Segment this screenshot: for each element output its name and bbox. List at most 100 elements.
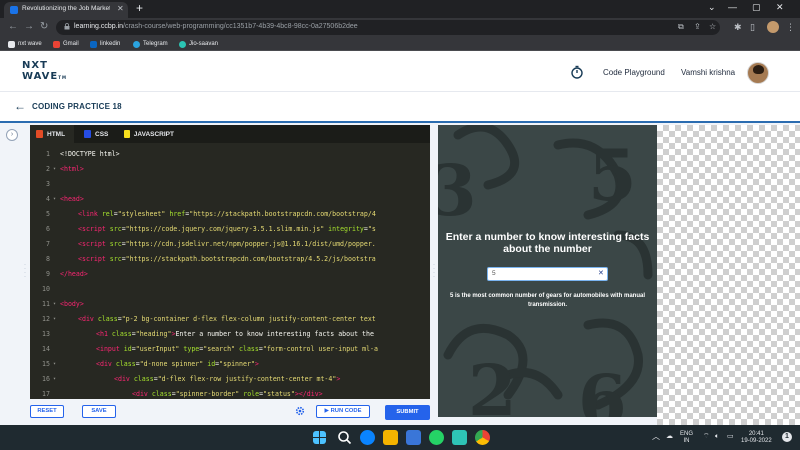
bookmark-linkedin[interactable]: linkedin bbox=[90, 39, 120, 49]
windows-start-icon[interactable] bbox=[313, 431, 326, 444]
gear-icon[interactable] bbox=[295, 406, 305, 416]
new-tab-icon[interactable]: + bbox=[136, 1, 143, 15]
expand-chevron-icon[interactable]: › bbox=[6, 129, 18, 141]
clear-icon[interactable]: ✕ bbox=[598, 269, 604, 277]
bookmark-telegram[interactable]: Telegram bbox=[133, 39, 168, 49]
extensions-icon[interactable]: ✱ bbox=[734, 21, 742, 33]
wifi-icon[interactable]: ⌔ bbox=[703, 433, 710, 440]
telegram-icon bbox=[133, 40, 140, 48]
left-resize-handle[interactable]: · · · · bbox=[24, 262, 26, 280]
code-token: <h1 bbox=[96, 330, 112, 338]
user-name[interactable]: Vamshi krishna bbox=[681, 68, 735, 77]
code-line[interactable]: 17 <div class="spinner-border" role="stat… bbox=[30, 387, 430, 399]
stopwatch-icon[interactable] bbox=[570, 65, 584, 79]
code-line[interactable]: 2 ▾ <html> bbox=[30, 162, 430, 177]
code-token: class bbox=[239, 345, 259, 353]
code-line[interactable]: 11 ▾ <body> bbox=[30, 297, 430, 312]
fold-arrow-icon[interactable]: ▾ bbox=[53, 162, 56, 177]
code-line[interactable]: 4 ▾ <head> bbox=[30, 192, 430, 207]
code-token: <script bbox=[78, 225, 110, 233]
line-number: 6 bbox=[46, 225, 50, 233]
tab-search-icon[interactable]: ⌄ bbox=[708, 2, 716, 13]
code-line[interactable]: 16 ▾ <div class="d-flex flex-row justify-c… bbox=[30, 372, 430, 387]
bookmark-nxt-wave[interactable]: nxt wave bbox=[8, 39, 42, 49]
file-explorer-icon[interactable] bbox=[383, 430, 398, 445]
code-line[interactable]: 1 <!DOCTYPE html> bbox=[30, 147, 430, 162]
reset-button[interactable]: RESET bbox=[30, 405, 64, 418]
code-token: <div bbox=[96, 360, 116, 368]
line-number: 3 bbox=[46, 180, 50, 188]
app-icon[interactable] bbox=[452, 430, 467, 445]
browser-tab[interactable]: Revolutionizing the Job Market | ✕ bbox=[4, 2, 128, 18]
close-window-icon[interactable]: ✕ bbox=[776, 2, 784, 13]
code-line[interactable]: 7 <script src="https://cdn.jsdelivr.net/n… bbox=[30, 237, 430, 252]
share-icon[interactable]: ⇪ bbox=[694, 22, 701, 31]
menu-kebab-icon[interactable]: ⋮ bbox=[786, 21, 795, 33]
code-line[interactable]: 15 ▾ <div class="d-none spinner" id="spinn… bbox=[30, 357, 430, 372]
fold-arrow-icon[interactable]: ▾ bbox=[53, 312, 56, 327]
code-line[interactable]: 8 <script src="https://stackpath.bootstra… bbox=[30, 252, 430, 267]
code-line[interactable]: 13 <h1 class="heading">Enter a number to … bbox=[30, 327, 430, 342]
whatsapp-icon[interactable] bbox=[429, 430, 444, 445]
tab-html[interactable]: HTML bbox=[30, 125, 74, 143]
microsoft-store-icon[interactable] bbox=[406, 430, 421, 445]
reload-icon[interactable]: ↻ bbox=[40, 21, 48, 33]
nxtwave-logo[interactable]: NXT WAVETM bbox=[22, 60, 66, 86]
notification-icon[interactable]: 1 bbox=[782, 432, 792, 442]
search-icon[interactable] bbox=[337, 430, 352, 445]
back-icon[interactable]: ← bbox=[8, 21, 18, 33]
code-area[interactable]: 1 <!DOCTYPE html> 2 ▾ <html> 3 4 ▾ <head> 5 <link … bbox=[30, 147, 430, 399]
run-code-button[interactable]: ▶ RUN CODE bbox=[316, 405, 370, 418]
volume-icon[interactable]: 🔈︎ bbox=[715, 433, 719, 440]
minimize-icon[interactable]: — bbox=[728, 2, 737, 12]
tab-css[interactable]: CSS bbox=[78, 125, 116, 143]
back-arrow-icon[interactable]: ← bbox=[14, 100, 26, 112]
fact-text: 5 is the most common number of gears for… bbox=[449, 293, 646, 308]
app-header: NXT WAVETM Code Playground Vamshi krishn… bbox=[0, 52, 800, 92]
code-text: </head> bbox=[60, 267, 88, 282]
bookmark-gmail[interactable]: Gmail bbox=[53, 39, 79, 49]
code-line[interactable]: 3 bbox=[30, 177, 430, 192]
tab-close-icon[interactable]: ✕ bbox=[117, 4, 124, 13]
chrome-icon[interactable] bbox=[475, 430, 490, 445]
side-panel-icon[interactable]: ▯ bbox=[750, 21, 755, 33]
bookmark-star-icon[interactable]: ☆ bbox=[709, 22, 716, 31]
code-line[interactable]: 14 <input id="userInput" type="search" cl… bbox=[30, 342, 430, 357]
code-line[interactable]: 9 </head> bbox=[30, 267, 430, 282]
edge-browser-icon[interactable] bbox=[360, 430, 375, 445]
open-external-icon[interactable]: ⧉ bbox=[678, 22, 684, 32]
code-line[interactable]: 6 <script src="https://code.jquery.com/jq… bbox=[30, 222, 430, 237]
bookmark-jio-saavan[interactable]: Jio-saavan bbox=[179, 39, 218, 49]
fold-arrow-icon[interactable]: ▾ bbox=[53, 357, 56, 372]
address-bar[interactable]: learning.ccbp.in/crash-course/web-progra… bbox=[56, 20, 720, 35]
restore-icon[interactable]: ▢ bbox=[752, 2, 761, 13]
clock[interactable]: 20:41 19-09-2022 bbox=[741, 431, 772, 445]
code-token: "s bbox=[367, 225, 376, 233]
number-search-input[interactable]: 5 ✕ bbox=[487, 267, 608, 281]
submit-button[interactable]: SUBMIT bbox=[385, 405, 430, 420]
tray-chevron-icon[interactable]: ︿ bbox=[652, 433, 660, 441]
cloud-icon[interactable]: ☁ bbox=[666, 433, 673, 440]
tab-javascript[interactable]: JAVASCRIPT bbox=[118, 125, 180, 143]
fold-arrow-icon[interactable]: ▾ bbox=[53, 372, 56, 387]
svg-text:3: 3 bbox=[438, 149, 477, 232]
code-line[interactable]: 5 <link rel="stylesheet" href="https://st… bbox=[30, 207, 430, 222]
code-playground-link[interactable]: Code Playground bbox=[603, 68, 665, 77]
code-editor[interactable]: HTML CSS JAVASCRIPT 1 <!DOCTYPE html> 2 ▾ <h… bbox=[30, 125, 430, 399]
browser-toolbar: ← → ↻ learning.ccbp.in/crash-course/web-… bbox=[0, 18, 800, 37]
save-button[interactable]: SAVE bbox=[82, 405, 116, 418]
editor-resize-handle[interactable]: · · · · bbox=[433, 262, 435, 280]
code-token: class bbox=[115, 360, 136, 368]
fold-arrow-icon[interactable]: ▾ bbox=[53, 297, 56, 312]
code-line[interactable]: 10 bbox=[30, 282, 430, 297]
language-indicator[interactable]: ENG IN bbox=[680, 431, 693, 445]
battery-icon[interactable]: ▭ bbox=[727, 433, 734, 440]
html-icon bbox=[36, 130, 43, 138]
profile-avatar[interactable] bbox=[767, 21, 779, 33]
code-token: class bbox=[111, 330, 132, 338]
fold-arrow-icon[interactable]: ▾ bbox=[53, 192, 56, 207]
line-number: 16 bbox=[42, 375, 50, 383]
user-avatar[interactable] bbox=[747, 62, 769, 84]
forward-icon[interactable]: → bbox=[24, 21, 34, 33]
code-line[interactable]: 12 ▾ <div class="p-2 bg-container d-flex f… bbox=[30, 312, 430, 327]
